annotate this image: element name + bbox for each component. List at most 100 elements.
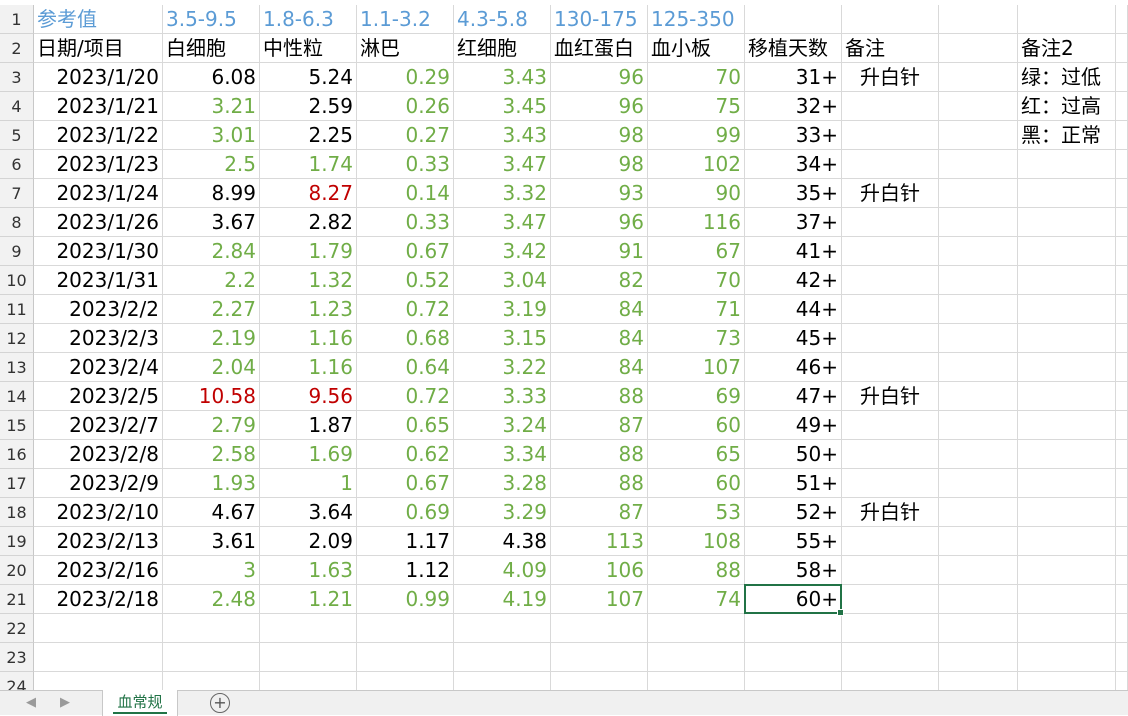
value-cell[interactable]: 3.04 <box>454 266 551 295</box>
row-header[interactable]: 22 <box>0 614 34 643</box>
value-cell[interactable]: 1.93 <box>163 469 260 498</box>
value-cell[interactable]: 75 <box>648 92 745 121</box>
date-cell[interactable]: 2023/2/13 <box>34 527 163 556</box>
value-cell[interactable]: 0.26 <box>357 92 454 121</box>
value-cell[interactable]: 3.64 <box>260 498 357 527</box>
sheet-tab[interactable]: 血常规 <box>102 690 178 716</box>
row-header[interactable]: 13 <box>0 353 34 382</box>
value-cell[interactable]: 1 <box>260 469 357 498</box>
column-header-cell[interactable]: 移植天数 <box>745 34 842 63</box>
value-cell[interactable]: 1.74 <box>260 150 357 179</box>
value-cell[interactable]: 0.65 <box>357 411 454 440</box>
grid-cell[interactable] <box>551 672 648 690</box>
value-cell[interactable]: 1.21 <box>260 585 357 614</box>
legend-note-cell[interactable]: 红：过高 <box>1018 92 1116 121</box>
value-cell[interactable]: 88 <box>551 440 648 469</box>
grid-cell[interactable] <box>1018 527 1116 556</box>
grid-cell[interactable] <box>648 643 745 672</box>
note-cell[interactable]: 升白针 <box>842 382 939 411</box>
grid-cell[interactable] <box>1018 295 1116 324</box>
value-cell[interactable]: 113 <box>551 527 648 556</box>
grid-cell[interactable] <box>842 643 939 672</box>
grid-cell[interactable] <box>939 411 1018 440</box>
next-sheet-icon[interactable]: ▶ <box>60 695 70 710</box>
value-cell[interactable]: 84 <box>551 353 648 382</box>
grid-cell[interactable] <box>1116 411 1128 440</box>
value-cell[interactable]: 88 <box>551 382 648 411</box>
grid-cell[interactable] <box>1116 527 1128 556</box>
legend-note-cell[interactable]: 绿：过低 <box>1018 63 1116 92</box>
value-cell[interactable]: 3.29 <box>454 498 551 527</box>
value-cell[interactable]: 1.87 <box>260 411 357 440</box>
grid-cell[interactable] <box>1116 63 1128 92</box>
note-cell[interactable] <box>842 440 939 469</box>
grid-cell[interactable] <box>34 643 163 672</box>
grid-cell[interactable] <box>939 672 1018 690</box>
grid-cell[interactable] <box>648 672 745 690</box>
row-header[interactable]: 6 <box>0 150 34 179</box>
days-cell[interactable]: 37+ <box>745 208 842 237</box>
value-cell[interactable]: 116 <box>648 208 745 237</box>
date-cell[interactable]: 2023/2/8 <box>34 440 163 469</box>
value-cell[interactable]: 1.16 <box>260 353 357 382</box>
grid-cell[interactable] <box>1018 672 1116 690</box>
days-cell[interactable]: 32+ <box>745 92 842 121</box>
value-cell[interactable]: 53 <box>648 498 745 527</box>
grid-cell[interactable] <box>1018 614 1116 643</box>
value-cell[interactable]: 3 <box>163 556 260 585</box>
value-cell[interactable]: 0.14 <box>357 179 454 208</box>
value-cell[interactable]: 1.79 <box>260 237 357 266</box>
value-cell[interactable]: 3.47 <box>454 150 551 179</box>
grid-cell[interactable] <box>939 382 1018 411</box>
grid-cell[interactable] <box>1116 614 1128 643</box>
value-cell[interactable]: 3.43 <box>454 63 551 92</box>
grid-cell[interactable] <box>454 643 551 672</box>
legend-note-cell[interactable]: 黑：正常 <box>1018 121 1116 150</box>
value-cell[interactable]: 96 <box>551 208 648 237</box>
value-cell[interactable]: 9.56 <box>260 382 357 411</box>
note-cell[interactable] <box>842 150 939 179</box>
value-cell[interactable]: 0.67 <box>357 469 454 498</box>
value-cell[interactable]: 87 <box>551 498 648 527</box>
days-cell[interactable]: 51+ <box>745 469 842 498</box>
grid-cell[interactable] <box>1018 643 1116 672</box>
days-cell[interactable]: 41+ <box>745 237 842 266</box>
value-cell[interactable]: 1.16 <box>260 324 357 353</box>
grid-cell[interactable] <box>1116 295 1128 324</box>
grid-cell[interactable] <box>1018 208 1116 237</box>
row-header[interactable]: 8 <box>0 208 34 237</box>
grid-cell[interactable] <box>939 643 1018 672</box>
grid-cell[interactable] <box>163 614 260 643</box>
column-header-cell[interactable]: 血小板 <box>648 34 745 63</box>
value-cell[interactable]: 0.62 <box>357 440 454 469</box>
value-cell[interactable]: 2.82 <box>260 208 357 237</box>
value-cell[interactable]: 3.47 <box>454 208 551 237</box>
value-cell[interactable]: 107 <box>648 353 745 382</box>
grid-cell[interactable] <box>163 672 260 690</box>
value-cell[interactable]: 3.45 <box>454 92 551 121</box>
grid-cell[interactable] <box>842 614 939 643</box>
grid-cell[interactable] <box>1018 324 1116 353</box>
value-cell[interactable]: 2.58 <box>163 440 260 469</box>
grid-cell[interactable] <box>1116 266 1128 295</box>
value-cell[interactable]: 3.33 <box>454 382 551 411</box>
grid-cell[interactable] <box>939 121 1018 150</box>
grid-cell[interactable] <box>1018 5 1116 34</box>
value-cell[interactable]: 4.67 <box>163 498 260 527</box>
value-cell[interactable]: 96 <box>551 63 648 92</box>
grid-cell[interactable] <box>842 5 939 34</box>
value-cell[interactable]: 1.12 <box>357 556 454 585</box>
row-header[interactable]: 18 <box>0 498 34 527</box>
value-cell[interactable]: 84 <box>551 324 648 353</box>
value-cell[interactable]: 90 <box>648 179 745 208</box>
value-cell[interactable]: 1.69 <box>260 440 357 469</box>
note-cell[interactable] <box>842 469 939 498</box>
days-cell[interactable]: 45+ <box>745 324 842 353</box>
value-cell[interactable]: 0.52 <box>357 266 454 295</box>
note-cell[interactable]: 升白针 <box>842 498 939 527</box>
column-header-cell[interactable]: 白细胞 <box>163 34 260 63</box>
note-cell[interactable] <box>842 527 939 556</box>
grid-cell[interactable] <box>648 614 745 643</box>
column-header-cell[interactable]: 血红蛋白 <box>551 34 648 63</box>
grid-cell[interactable] <box>1116 324 1128 353</box>
